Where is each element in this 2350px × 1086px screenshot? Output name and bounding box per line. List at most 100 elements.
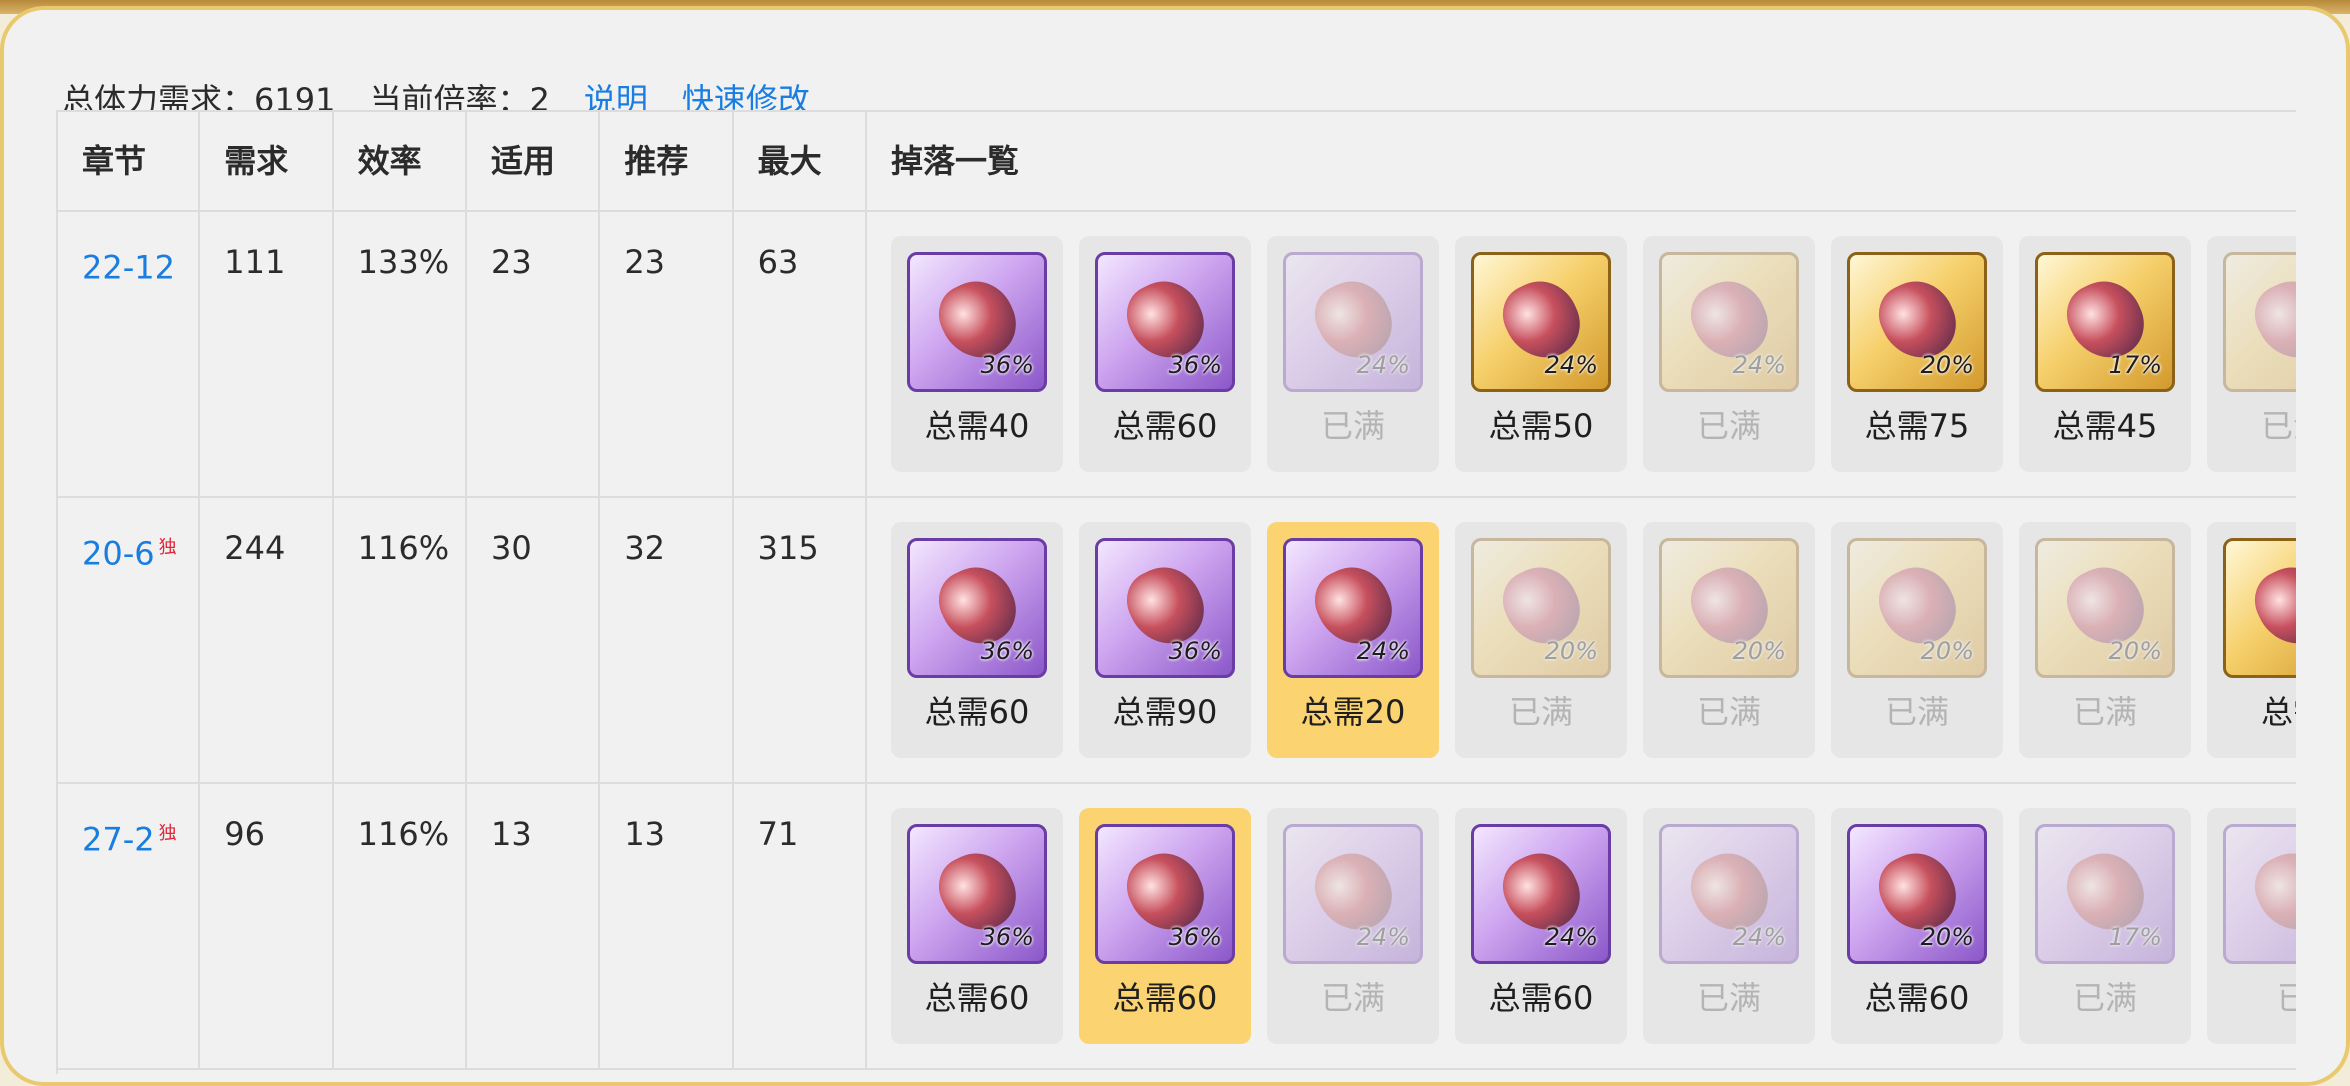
drop-rate: 24% — [1356, 923, 1410, 951]
doll-icon: 36% — [1095, 252, 1235, 392]
dress-icon: 17% — [2035, 824, 2175, 964]
drop-rate: 36% — [1168, 923, 1222, 951]
exclusive-badge: 独 — [158, 537, 177, 558]
axe-icon: 36% — [1095, 824, 1235, 964]
drop-item[interactable]: 20% 已满 — [1455, 522, 1627, 758]
stage-link[interactable]: 20-6 — [82, 535, 155, 573]
drop-item[interactable]: 20% 已满 — [1643, 522, 1815, 758]
drop-need-label: 已满 — [2260, 407, 2296, 445]
scythe-icon: 24% — [1659, 824, 1799, 964]
drop-item[interactable]: 36% 总需40 — [891, 236, 1063, 472]
bow-icon: 36% — [907, 538, 1047, 678]
drop-item[interactable]: 24% 已满 — [1267, 236, 1439, 472]
stage-link[interactable]: 22-12 — [82, 249, 175, 287]
drop-rate: 24% — [1732, 351, 1786, 379]
drop-rate: 20% — [2108, 637, 2162, 665]
drop-need-label: 总需75 — [1864, 407, 1970, 445]
drop-item[interactable]: 总需 — [2207, 522, 2296, 758]
drop-item[interactable]: 24% 已满 — [1267, 808, 1439, 1044]
drop-need-label: 总需60 — [1112, 407, 1218, 445]
drop-list: 36% 总需40 36% 总需60 24% 已满 24% 总需50 24% 已满 20% 总需75 17… — [891, 236, 2296, 472]
drop-need-label: 已满 — [2072, 979, 2137, 1017]
drop-item[interactable]: 20% 总需60 — [1831, 808, 2003, 1044]
drop-item[interactable]: 24% 已满 — [1643, 236, 1815, 472]
drop-rate: 20% — [1920, 923, 1974, 951]
header-efficiency[interactable]: 效率 — [333, 112, 467, 212]
mace-icon — [2223, 538, 2296, 678]
header-applicable[interactable]: 适用 — [466, 112, 601, 212]
max-cell: 71 — [733, 784, 867, 1070]
drop-rate: 36% — [980, 923, 1034, 951]
drop-rate: 17% — [2108, 351, 2162, 379]
drop-item[interactable]: 36% 总需60 — [1079, 236, 1251, 472]
drops-cell: 36% 总需60 36% 总需60 24% 已满 24% 总需60 24% 已满 20% 总需60 17… — [867, 784, 2296, 1070]
drop-need-label: 总需60 — [1864, 979, 1970, 1017]
header-drops: 掉落一覧 — [867, 112, 2296, 212]
drop-item[interactable]: 36% 总需60 — [1079, 808, 1251, 1044]
efficiency-cell: 116% — [333, 498, 467, 784]
drop-item[interactable]: 17% 已满 — [2019, 808, 2191, 1044]
drop-need-label: 总需50 — [1488, 407, 1594, 445]
header-recommended[interactable]: 推荐 — [600, 112, 734, 212]
stage-link[interactable]: 27-2 — [82, 821, 155, 859]
drop-rate: 20% — [1732, 637, 1786, 665]
drop-rate: 24% — [1544, 351, 1598, 379]
drop-item[interactable]: 20% 总需75 — [1831, 236, 2003, 472]
ribbon-icon: 24% — [1283, 252, 1423, 392]
drop-need-label: 已满 — [1508, 693, 1573, 731]
drop-item[interactable]: 已 — [2207, 808, 2296, 1044]
demand-cell: 244 — [200, 498, 334, 784]
drop-rate: 24% — [1544, 923, 1598, 951]
drop-rate: 17% — [2108, 923, 2162, 951]
drop-item[interactable]: 17% 总需45 — [2019, 236, 2191, 472]
drop-rate: 36% — [980, 351, 1034, 379]
stage-cell: 20-6 独 — [58, 498, 201, 784]
header-max[interactable]: 最大 — [733, 112, 867, 212]
drop-item[interactable]: 24% 总需20 — [1267, 522, 1439, 758]
recommended-cell: 32 — [600, 498, 734, 784]
drop-need-label: 已 — [2207, 978, 2296, 1018]
drop-item[interactable]: 24% 总需50 — [1455, 236, 1627, 472]
demand-cell: 96 — [200, 784, 334, 1070]
drops-cell: 36% 总需40 36% 总需60 24% 已满 24% 总需50 24% 已满 20% 总需75 17… — [867, 212, 2296, 498]
glove-icon: 36% — [1095, 538, 1235, 678]
item-art — [2244, 269, 2296, 371]
drop-list: 36% 总需60 36% 总需60 24% 已满 24% 总需60 24% 已满 20% 总需60 17… — [891, 808, 2296, 1044]
drop-item[interactable]: 已满 — [2207, 236, 2296, 472]
drop-need-label: 总需90 — [1112, 693, 1218, 731]
item-art — [2244, 841, 2296, 943]
drop-rate: 24% — [1732, 923, 1786, 951]
sword-icon: 36% — [907, 252, 1047, 392]
table-row: 20-6 独 244 116% 30 32 315 36% 总需60 36% 总需90 2… — [58, 498, 2296, 784]
applicable-cell: 23 — [466, 212, 601, 498]
drop-rate: 36% — [980, 637, 1034, 665]
drop-item[interactable]: 24% 已满 — [1643, 808, 1815, 1044]
applicable-cell: 13 — [466, 784, 601, 1070]
drop-item[interactable]: 24% 总需60 — [1455, 808, 1627, 1044]
drop-item[interactable]: 36% 总需60 — [891, 808, 1063, 1044]
header-chapter[interactable]: 章节 — [58, 112, 201, 212]
orb-icon: 24% — [1283, 538, 1423, 678]
figure-icon — [2223, 824, 2296, 964]
drop-need-label: 总需60 — [1488, 979, 1594, 1017]
drop-need-label: 已满 — [1884, 693, 1949, 731]
wand-icon: 36% — [907, 824, 1047, 964]
header-demand[interactable]: 需求 — [200, 112, 334, 212]
drop-need-label: 已满 — [1696, 979, 1761, 1017]
robe-icon: 20% — [1847, 538, 1987, 678]
table-row: 27-2 独 96 116% 13 13 71 36% 总需60 36% 总需60 24%… — [58, 784, 2296, 1070]
exclusive-badge: 独 — [158, 823, 177, 844]
drop-need-label: 已满 — [2072, 693, 2137, 731]
recommended-cell: 23 — [600, 212, 734, 498]
drop-item[interactable]: 20% 已满 — [1831, 522, 2003, 758]
drop-need-label: 已满 — [1696, 407, 1761, 445]
drop-need-label: 已满 — [1320, 979, 1385, 1017]
drop-item[interactable]: 20% 已满 — [2019, 522, 2191, 758]
scepter-icon: 24% — [1471, 824, 1611, 964]
drop-item[interactable]: 36% 总需90 — [1079, 522, 1251, 758]
drop-item[interactable]: 36% 总需60 — [891, 522, 1063, 758]
drop-rate: 20% — [1920, 637, 1974, 665]
doll-icon: 20% — [1847, 824, 1987, 964]
demand-cell: 111 — [200, 212, 334, 498]
max-cell: 63 — [733, 212, 867, 498]
